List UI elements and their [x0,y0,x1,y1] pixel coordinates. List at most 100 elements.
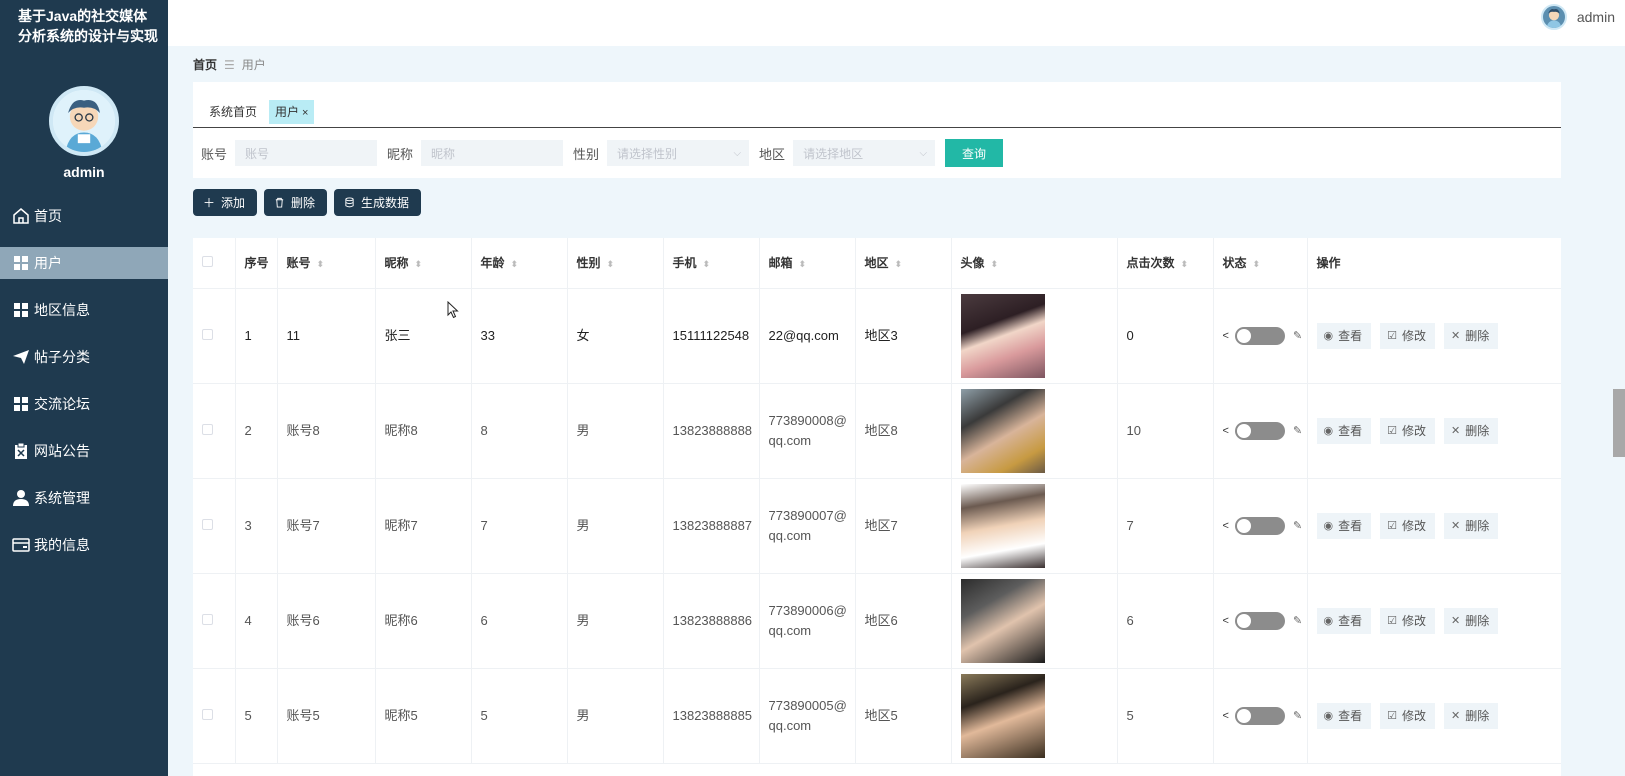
delete-row-button[interactable]: ✕ 删除 [1444,322,1499,349]
edit-pen-icon[interactable]: ✎ [1293,611,1302,631]
edit-pen-icon[interactable]: ✎ [1293,326,1302,346]
table-row[interactable]: 3 账号7 昵称7 7 男 13823888887 773890007@qq.c… [193,478,1561,574]
column-header-label: 状态 [1222,256,1247,271]
column-header[interactable]: 账号 ⬍ [277,238,376,289]
edit-pen-icon[interactable]: ✎ [1293,516,1302,536]
edit-button[interactable]: ☑ 修改 [1380,702,1436,729]
sidebar-item-home[interactable]: 首页 [0,200,168,232]
share-icon[interactable]: < [1223,326,1229,346]
sort-icon[interactable]: ⬍ [607,259,615,269]
sort-icon[interactable]: ⬍ [1253,259,1261,269]
status-toggle[interactable] [1234,516,1285,535]
delete-row-button[interactable]: ✕ 删除 [1444,512,1499,539]
cell-actions: ◉ 查看 ☑ 修改 ✕ 删除 [1307,668,1561,764]
edit-pen-icon[interactable]: ✎ [1293,706,1302,726]
sidebar-item-post-categories[interactable]: 帖子分类 [0,341,168,373]
share-icon[interactable]: < [1223,516,1229,536]
select-all-checkbox[interactable] [193,238,236,289]
avatar [1540,4,1567,30]
delete-row-button[interactable]: ✕ 删除 [1444,607,1499,634]
sort-icon[interactable]: ⬍ [799,259,807,269]
cell-clicks: 7 [1117,478,1214,574]
share-icon[interactable]: < [1223,706,1229,726]
column-header[interactable]: 手机 ⬍ [663,238,760,289]
nickname-input[interactable]: 昵称 [421,140,564,166]
column-header[interactable]: 年龄 ⬍ [471,238,568,289]
share-icon[interactable]: < [1223,611,1229,631]
sort-icon[interactable]: ⬍ [1181,259,1189,269]
close-icon[interactable]: × [302,107,308,119]
close-icon: ✕ [1451,424,1461,437]
view-button[interactable]: ◉ 查看 [1316,512,1372,539]
column-header[interactable]: 头像 ⬍ [951,238,1118,289]
query-button[interactable]: 查询 [945,139,1004,167]
row-checkbox[interactable] [193,573,236,669]
cell-email: 773890007@qq.com [759,478,856,574]
breadcrumb-home[interactable]: 首页 [193,56,217,73]
column-header-label: 手机 [672,256,697,271]
filter-panel: 系统首页 用户 × 账号 账号 昵称 昵称 性别 请选择性别 ⌵ 地区 请选择地区 ⌵… [193,82,1561,178]
scrollbar[interactable] [1613,389,1625,457]
sort-icon[interactable]: ⬍ [895,259,903,269]
gender-select[interactable]: 请选择性别 ⌵ [607,140,750,166]
tab-system-home[interactable]: 系统首页 [203,100,263,124]
account-input[interactable]: 账号 [235,140,378,166]
edit-button[interactable]: ☑ 修改 [1380,512,1436,539]
sidebar-item-regions[interactable]: 地区信息 [0,294,168,326]
status-toggle[interactable] [1234,706,1285,725]
cell-age: 8 [471,383,568,479]
sort-icon[interactable]: ⬍ [703,259,711,269]
table-row[interactable]: 5 账号5 昵称5 5 男 13823888885 773890005@qq.c… [193,668,1561,764]
row-checkbox[interactable] [193,668,236,764]
delete-button[interactable]: 删除 [264,189,328,216]
user-menu[interactable]: admin [1540,4,1615,30]
column-header[interactable]: 地区 ⬍ [855,238,952,289]
view-button[interactable]: ◉ 查看 [1316,702,1372,729]
region-select[interactable]: 请选择地区 ⌵ [793,140,936,166]
cell-email: 773890006@qq.com [759,573,856,669]
view-button[interactable]: ◉ 查看 [1316,417,1372,444]
delete-row-button[interactable]: ✕ 删除 [1444,702,1499,729]
grid-icon [12,395,30,413]
column-header[interactable]: 状态 ⬍ [1213,238,1308,289]
column-header[interactable]: 邮箱 ⬍ [759,238,856,289]
row-checkbox[interactable] [193,288,236,384]
sort-icon[interactable]: ⬍ [317,259,325,269]
status-toggle[interactable] [1234,421,1285,440]
close-icon: ✕ [1451,329,1461,342]
generate-data-button[interactable]: 生成数据 [334,189,422,216]
cell-phone: 15111122548 [663,288,760,384]
cell-email: 22@qq.com [759,288,856,384]
row-checkbox[interactable] [193,478,236,574]
edit-button[interactable]: ☑ 修改 [1380,607,1436,634]
sort-icon[interactable]: ⬍ [415,259,423,269]
table-row[interactable]: 2 账号8 昵称8 8 男 13823888888 773890008@qq.c… [193,383,1561,479]
edit-pen-icon[interactable]: ✎ [1293,421,1302,441]
edit-icon: ☑ [1387,709,1397,722]
top-bar: admin [168,0,1625,46]
status-toggle[interactable] [1234,326,1285,345]
tab-users[interactable]: 用户 × [269,100,315,124]
column-header[interactable]: 昵称 ⬍ [375,238,472,289]
view-button[interactable]: ◉ 查看 [1316,607,1372,634]
edit-button[interactable]: ☑ 修改 [1380,322,1436,349]
sidebar-item-my-info[interactable]: 我的信息 [0,529,168,561]
sort-icon[interactable]: ⬍ [511,259,519,269]
sidebar-item-announcements[interactable]: 网站公告 [0,435,168,467]
edit-button[interactable]: ☑ 修改 [1380,417,1436,444]
cell-nickname: 昵称5 [375,668,472,764]
sidebar-item-forum[interactable]: 交流论坛 [0,388,168,420]
sidebar-item-system[interactable]: 系统管理 [0,482,168,514]
add-button[interactable]: ＋ 添加 [193,189,258,216]
view-button[interactable]: ◉ 查看 [1316,322,1372,349]
table-row[interactable]: 1 11 张三 33 女 15111122548 22@qq.com 地区3 0… [193,288,1561,384]
status-toggle[interactable] [1234,611,1285,630]
sort-icon[interactable]: ⬍ [991,259,999,269]
share-icon[interactable]: < [1223,421,1229,441]
row-checkbox[interactable] [193,383,236,479]
delete-row-button[interactable]: ✕ 删除 [1444,417,1499,444]
sidebar-item-users[interactable]: 用户 [0,247,168,279]
column-header[interactable]: 点击次数 ⬍ [1117,238,1214,289]
column-header[interactable]: 性别 ⬍ [567,238,664,289]
table-row[interactable]: 4 账号6 昵称6 6 男 13823888886 773890006@qq.c… [193,573,1561,669]
